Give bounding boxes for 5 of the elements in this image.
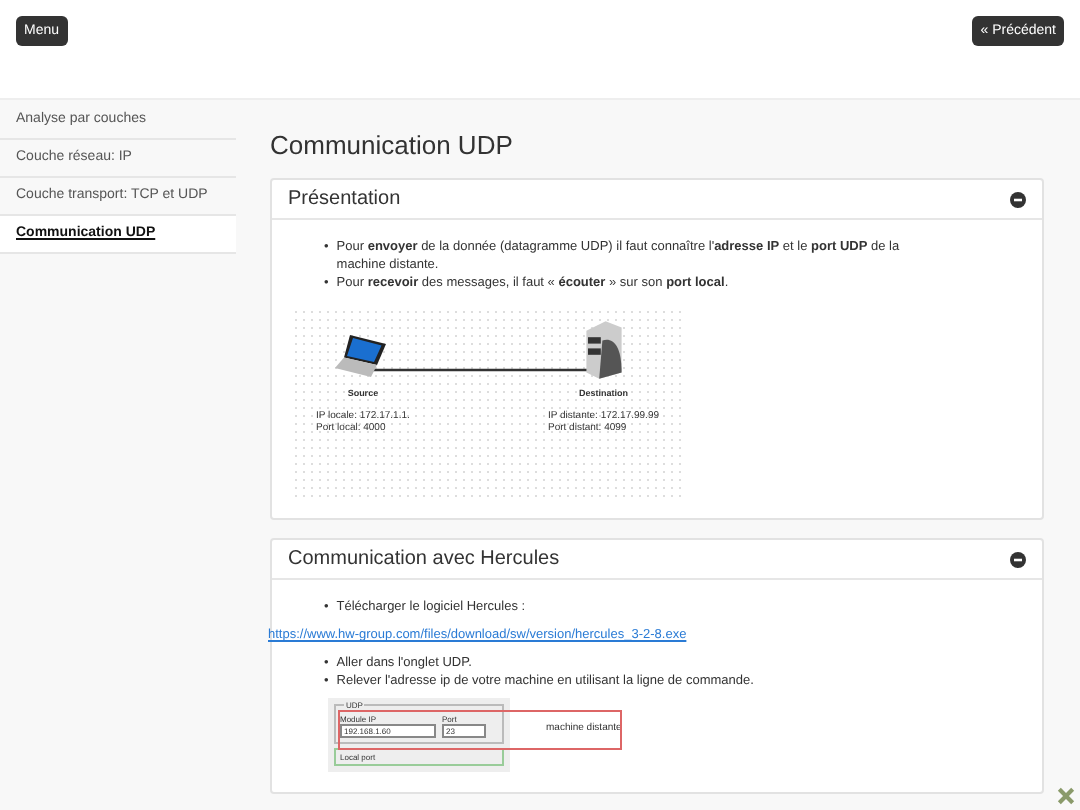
collapse-icon[interactable] bbox=[1010, 191, 1026, 207]
page-title: Communication UDP bbox=[270, 130, 515, 160]
section-title: Communication avec Hercules bbox=[288, 548, 560, 570]
collapse-icon[interactable] bbox=[1010, 551, 1026, 567]
section-title: Présentation bbox=[288, 188, 401, 210]
